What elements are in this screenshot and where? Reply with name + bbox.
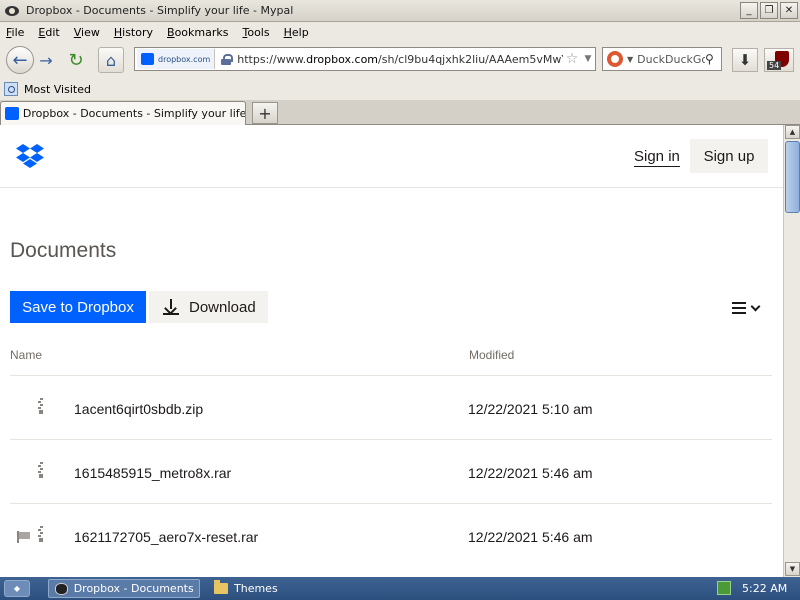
taskbar-task-label: Dropbox - Documents ... (73, 582, 193, 595)
site-domain: dropbox.com (158, 54, 211, 64)
search-icon[interactable]: ⚲ (705, 52, 721, 66)
dropbox-tab-icon (5, 107, 19, 120)
back-button[interactable]: ← (6, 46, 34, 74)
browser-icon (55, 582, 68, 595)
url-path: /sh/cl9bu4qjxhk2liu/AAAem5vMwY (378, 52, 563, 66)
url-prefix: https://www. (237, 52, 307, 66)
tab-dropbox-documents[interactable]: Dropbox - Documents - Simplify your life (0, 101, 246, 125)
downloads-button[interactable]: ⬇ (732, 48, 758, 72)
file-row[interactable]: 1615485915_metro8x.rar 12/22/2021 5:46 a… (10, 440, 772, 504)
page-viewport: Sign in Sign up Documents Save to Dropbo… (0, 125, 783, 577)
view-options-button[interactable] (732, 299, 768, 317)
bookmarks-toolbar: Most Visited (0, 78, 800, 100)
search-engine-dropdown-icon[interactable]: ▼ (627, 55, 633, 64)
folder-icon (214, 580, 228, 594)
flag-icon[interactable] (17, 531, 31, 543)
folder-title: Documents (10, 239, 117, 262)
reload-button[interactable]: ↻ (64, 48, 88, 72)
new-tab-button[interactable]: + (252, 102, 278, 124)
taskbar-task-label: Themes (234, 582, 278, 595)
menu-bar: File Edit View History Bookmarks Tools H… (0, 22, 800, 42)
taskbar-task-themes[interactable]: Themes (208, 579, 284, 598)
menu-tools[interactable]: Tools (242, 26, 269, 39)
download-icon (163, 299, 179, 315)
url-history-dropdown-icon[interactable]: ▼ (581, 54, 595, 64)
maximize-button[interactable]: ❐ (760, 2, 778, 19)
menu-bookmarks[interactable]: Bookmarks (167, 26, 228, 39)
sign-in-link[interactable]: Sign in (634, 148, 680, 167)
file-name[interactable]: 1615485915_metro8x.rar (74, 465, 231, 481)
taskbar: ◆ Dropbox - Documents ... Themes 5:22 AM (0, 577, 800, 600)
menu-view[interactable]: View (74, 26, 100, 39)
url-bar[interactable]: dropbox.com https://www.dropbox.com/sh/c… (134, 47, 596, 71)
file-row[interactable]: 1621172705_aero7x-reset.rar 12/22/2021 5… (10, 504, 772, 568)
most-visited-icon (4, 82, 18, 96)
dropbox-favicon-icon (141, 53, 154, 65)
zip-file-icon (38, 398, 44, 414)
taskbar-menu-button[interactable]: ◆ (4, 580, 30, 597)
archive-file-icon (38, 462, 44, 478)
download-label: Download (189, 298, 256, 316)
network-tray-icon[interactable] (717, 581, 731, 595)
dropbox-header: Sign in Sign up (0, 125, 783, 188)
archive-file-icon (38, 526, 44, 542)
bookmark-most-visited[interactable]: Most Visited (24, 83, 91, 96)
search-engine-placeholder: DuckDuckGo (637, 52, 705, 66)
file-name[interactable]: 1acent6qirt0sbdb.zip (74, 401, 203, 417)
lock-icon (221, 53, 234, 65)
tab-strip: Dropbox - Documents - Simplify your life… (0, 100, 800, 125)
duckduckgo-icon[interactable] (607, 51, 623, 67)
forward-button[interactable]: → (34, 48, 58, 72)
chevron-down-icon (750, 301, 761, 311)
list-view-icon (732, 302, 746, 314)
home-button[interactable]: ⌂ (98, 47, 124, 73)
file-modified: 12/22/2021 5:46 am (468, 529, 593, 545)
scroll-thumb[interactable] (785, 141, 800, 213)
ublock-button[interactable]: 54 (764, 48, 794, 72)
file-modified: 12/22/2021 5:10 am (468, 401, 593, 417)
save-to-dropbox-button[interactable]: Save to Dropbox (10, 291, 146, 323)
site-identity-badge[interactable]: dropbox.com (137, 49, 216, 69)
scroll-down-icon[interactable]: ▼ (785, 562, 800, 576)
file-row[interactable]: 1acent6qirt0sbdb.zip 12/22/2021 5:10 am (10, 376, 772, 440)
title-bar: Dropbox - Documents - Simplify your life… (0, 0, 800, 22)
menu-edit[interactable]: Edit (38, 26, 59, 39)
menu-history[interactable]: History (114, 26, 153, 39)
url-host: dropbox.com (306, 52, 379, 66)
menu-help[interactable]: Help (284, 26, 309, 39)
window-controls: _ ❐ ✕ (740, 2, 798, 19)
scroll-up-icon[interactable]: ▲ (785, 125, 800, 139)
close-button[interactable]: ✕ (780, 2, 798, 19)
navigation-toolbar: ← → ↻ ⌂ dropbox.com https://www.dropbox.… (0, 42, 800, 78)
column-header-modified[interactable]: Modified (469, 348, 514, 362)
column-header-name[interactable]: Name (10, 348, 42, 362)
sign-up-button[interactable]: Sign up (690, 139, 768, 173)
mypal-app-icon (4, 3, 20, 19)
search-bar[interactable]: ▼ DuckDuckGo ⚲ (602, 47, 722, 71)
menu-file[interactable]: File (6, 26, 24, 39)
window-title: Dropbox - Documents - Simplify your life… (26, 4, 294, 17)
bookmark-star-icon[interactable]: ☆ (563, 51, 581, 67)
file-modified: 12/22/2021 5:46 am (468, 465, 593, 481)
dropbox-logo-icon[interactable] (16, 144, 44, 168)
vertical-scrollbar[interactable]: ▲ ▼ (783, 125, 800, 577)
taskbar-clock[interactable]: 5:22 AM (742, 582, 787, 595)
url-text[interactable]: https://www.dropbox.com/sh/cl9bu4qjxhk2l… (237, 53, 563, 66)
download-button[interactable]: Download (149, 291, 268, 323)
file-name[interactable]: 1621172705_aero7x-reset.rar (74, 529, 258, 545)
minimize-button[interactable]: _ (740, 2, 758, 19)
taskbar-task-browser[interactable]: Dropbox - Documents ... (48, 579, 200, 598)
tab-label: Dropbox - Documents - Simplify your life (22, 107, 245, 120)
ublock-count-badge: 54 (767, 61, 782, 70)
